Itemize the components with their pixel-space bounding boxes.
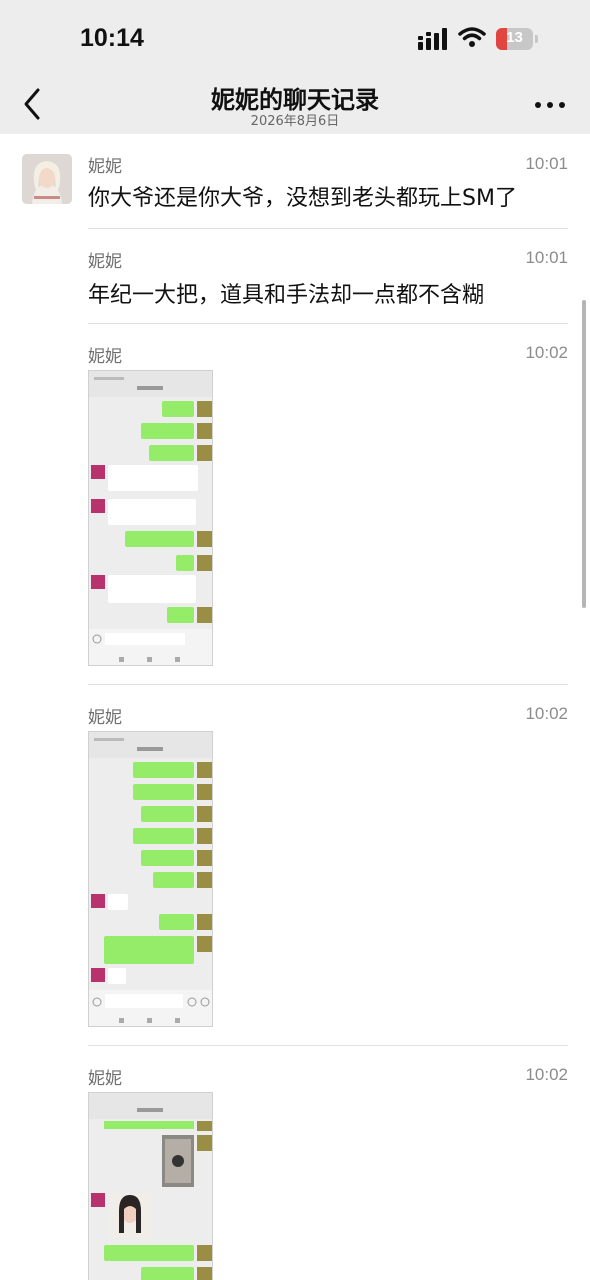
message-sender-name: 妮妮 bbox=[88, 347, 122, 367]
message-sender-name: 妮妮 bbox=[88, 252, 122, 272]
avatar[interactable] bbox=[22, 154, 72, 204]
battery-level: 13 bbox=[506, 29, 523, 46]
message-time: 10:02 bbox=[525, 704, 568, 723]
message-sender-name: 妮妮 bbox=[88, 1069, 122, 1089]
image-thumbnail[interactable] bbox=[88, 731, 213, 1027]
scrollbar[interactable] bbox=[582, 300, 586, 608]
top-bar: 10:14 13 妮妮的聊天记录 2026年8月6日 bbox=[0, 0, 590, 134]
message-time: 10:02 bbox=[525, 1065, 568, 1084]
message-text[interactable]: 你大爷还是你大爷，没想到老头都玩上SM了 bbox=[88, 180, 517, 212]
message-time: 10:02 bbox=[525, 343, 568, 362]
message-sender-name: 妮妮 bbox=[88, 157, 122, 177]
message-time: 10:01 bbox=[525, 248, 568, 267]
wifi-icon bbox=[458, 27, 486, 47]
battery-icon: 13 bbox=[496, 28, 538, 50]
message-divider bbox=[88, 1045, 568, 1046]
signal-icon bbox=[418, 28, 447, 50]
message-divider bbox=[88, 228, 568, 229]
message-text[interactable]: 年纪一大把，道具和手法却一点都不含糊 bbox=[88, 277, 484, 309]
status-time: 10:14 bbox=[80, 24, 144, 52]
message-divider bbox=[88, 323, 568, 324]
page-subtitle-date: 2026年8月6日 bbox=[250, 114, 340, 129]
image-thumbnail[interactable] bbox=[88, 370, 213, 666]
image-thumbnail[interactable] bbox=[88, 1092, 213, 1280]
message-sender-name: 妮妮 bbox=[88, 708, 122, 728]
message-divider bbox=[88, 684, 568, 685]
more-dots-icon[interactable] bbox=[532, 94, 568, 116]
message-time: 10:01 bbox=[525, 154, 568, 173]
